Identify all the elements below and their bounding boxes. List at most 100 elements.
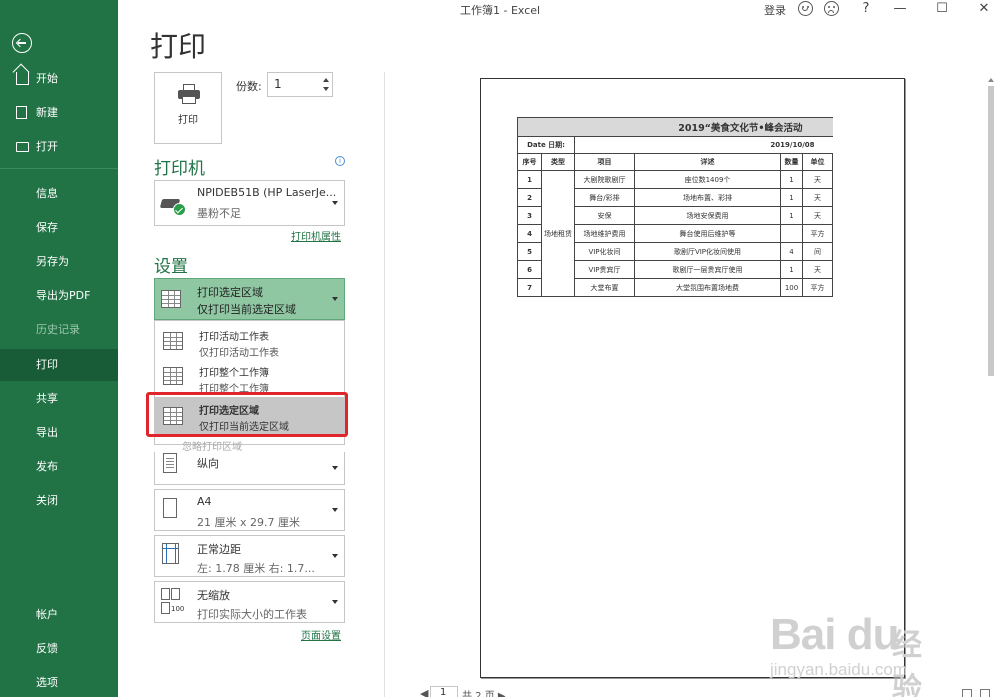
row-item: 大堂布置 bbox=[574, 278, 635, 297]
row-detail: 座位数1409个 bbox=[634, 170, 781, 189]
row-no: 5 bbox=[517, 242, 542, 261]
print-scope-dropdown[interactable]: 打印选定区域 仅打印当前选定区域 bbox=[154, 278, 345, 320]
nav-export-pdf-label: 导出为PDF bbox=[36, 289, 91, 302]
login-link[interactable]: 登录 bbox=[764, 2, 786, 18]
watermark-brand: Bai du bbox=[770, 610, 899, 659]
grid-selection-icon bbox=[161, 290, 181, 308]
grid-sheet-icon bbox=[163, 332, 183, 350]
nav-options[interactable]: 选项 bbox=[0, 667, 118, 697]
nav-home-label: 开始 bbox=[36, 72, 58, 85]
info-icon[interactable]: i bbox=[335, 156, 345, 166]
row-qty: 1 bbox=[780, 260, 803, 279]
row-unit: 天 bbox=[802, 260, 833, 279]
nav-export-pdf[interactable]: 导出为PDF bbox=[0, 280, 118, 312]
date-value: 2019/10/08 bbox=[574, 136, 833, 154]
back-arrow-icon[interactable] bbox=[12, 33, 32, 53]
baidu-watermark: Bai du 经验 jingyan.baidu.com bbox=[770, 610, 950, 697]
row-detail: 场地安保费用 bbox=[634, 206, 781, 225]
row-no: 7 bbox=[517, 278, 542, 297]
frown-feedback-icon[interactable] bbox=[824, 1, 839, 16]
row-item: 舞台/彩排 bbox=[574, 188, 635, 207]
show-margins-icon[interactable] bbox=[962, 689, 972, 697]
row-item: VIP贵宾厅 bbox=[574, 260, 635, 279]
nav-home[interactable]: 开始 bbox=[0, 63, 118, 95]
chevron-down-icon bbox=[332, 297, 338, 301]
nav-history-label: 历史记录 bbox=[36, 323, 80, 336]
scaling-dropdown[interactable]: 100 无缩放 打印实际大小的工作表 bbox=[154, 581, 345, 623]
row-no: 4 bbox=[517, 224, 542, 243]
zoom-to-page-icon[interactable] bbox=[980, 689, 990, 697]
highlight-box bbox=[146, 392, 348, 437]
row-detail: 舞台使用后维护等 bbox=[634, 224, 781, 243]
ignore-print-area-option[interactable]: 忽略打印区域 bbox=[182, 438, 242, 453]
header-row: 序号 类型 项目 详述 数量 单位 bbox=[517, 153, 833, 171]
folder-open-icon bbox=[16, 142, 29, 152]
page-number-input[interactable]: 1 bbox=[430, 686, 458, 697]
orientation-dropdown[interactable]: 纵向 bbox=[154, 452, 345, 485]
settings-section-title: 设置 bbox=[154, 257, 188, 277]
row-item: 场地维护费用 bbox=[574, 224, 635, 243]
margins-icon bbox=[162, 543, 179, 564]
nav-share[interactable]: 共享 bbox=[0, 383, 118, 415]
scrollbar-thumb[interactable] bbox=[988, 86, 994, 376]
nav-open[interactable]: 打开 bbox=[0, 131, 118, 163]
row-no: 2 bbox=[517, 188, 542, 207]
scroll-up-icon[interactable] bbox=[988, 78, 994, 82]
nav-feedback[interactable]: 反馈 bbox=[0, 633, 118, 665]
margins-dropdown[interactable]: 正常边距 左: 1.78 厘米 右: 1.7... bbox=[154, 535, 345, 577]
scaling-title: 无缩放 bbox=[197, 589, 230, 602]
nav-feedback-label: 反馈 bbox=[36, 642, 58, 655]
spin-up-icon[interactable] bbox=[323, 78, 329, 82]
watermark-cn: 经验 bbox=[892, 628, 922, 697]
preview-scrollbar[interactable] bbox=[986, 78, 995, 678]
row-unit: 天 bbox=[802, 188, 833, 207]
help-button[interactable]: ? bbox=[856, 1, 876, 17]
minimize-button[interactable]: — bbox=[890, 1, 910, 17]
close-window-button[interactable]: ✕ bbox=[974, 1, 994, 17]
row-detail: 歌剧厅一层贵宾厅使用 bbox=[634, 260, 781, 279]
date-label: Date 日期: bbox=[517, 136, 575, 154]
new-document-icon bbox=[16, 106, 27, 119]
print-button[interactable]: 打印 bbox=[154, 72, 222, 144]
paper-size-dropdown[interactable]: A4 21 厘米 x 29.7 厘米 bbox=[154, 489, 345, 531]
nav-print-label: 打印 bbox=[36, 358, 58, 371]
nav-options-label: 选项 bbox=[36, 676, 58, 689]
nav-save[interactable]: 保存 bbox=[0, 212, 118, 244]
table-row: 1 场地租赁 大剧院歌剧厅 座位数1409个 1 天 bbox=[517, 170, 833, 297]
nav-close[interactable]: 关闭 bbox=[0, 485, 118, 517]
row-unit: 天 bbox=[802, 170, 833, 189]
printer-dropdown[interactable]: NPIDEB51B (HP LaserJe... 墨粉不足 bbox=[154, 180, 345, 226]
copies-stepper[interactable]: 1 bbox=[267, 72, 333, 97]
pager-prev-icon[interactable]: ◀ bbox=[420, 687, 428, 697]
nav-save-as[interactable]: 另存为 bbox=[0, 246, 118, 278]
option-active-sheet[interactable]: 打印活动工作表 仅打印活动工作表 bbox=[155, 323, 344, 361]
page-title: 打印 bbox=[150, 30, 207, 63]
nav-new-label: 新建 bbox=[36, 106, 58, 119]
pager-total: 共 2 页 ▶ bbox=[462, 691, 506, 697]
print-button-label: 打印 bbox=[178, 115, 198, 126]
printer-icon bbox=[178, 84, 200, 104]
header-cell: 详述 bbox=[634, 153, 781, 171]
spin-down-icon[interactable] bbox=[323, 87, 329, 91]
nav-new[interactable]: 新建 bbox=[0, 97, 118, 129]
row-detail: 大堂氛围布置场地费 bbox=[634, 278, 781, 297]
nav-info[interactable]: 信息 bbox=[0, 178, 118, 210]
print-scope-title: 打印选定区域 bbox=[197, 286, 263, 299]
scaling-icon: 100 bbox=[161, 588, 185, 614]
row-qty bbox=[780, 224, 803, 243]
smile-feedback-icon[interactable] bbox=[798, 1, 813, 16]
nav-export[interactable]: 导出 bbox=[0, 417, 118, 449]
row-no: 6 bbox=[517, 260, 542, 279]
page-setup-link[interactable]: 页面设置 bbox=[301, 627, 341, 642]
printer-properties-link[interactable]: 打印机属性 bbox=[291, 228, 341, 243]
nav-publish[interactable]: 发布 bbox=[0, 451, 118, 483]
copies-value: 1 bbox=[274, 77, 282, 91]
panel-divider bbox=[384, 72, 385, 697]
maximize-button[interactable]: ☐ bbox=[932, 1, 952, 17]
nav-info-label: 信息 bbox=[36, 187, 58, 200]
chevron-down-icon bbox=[332, 600, 338, 604]
printer-status: 墨粉不足 bbox=[197, 207, 241, 220]
nav-account[interactable]: 帐户 bbox=[0, 599, 118, 631]
nav-print[interactable]: 打印 bbox=[0, 349, 118, 381]
row-unit: 天 bbox=[802, 206, 833, 225]
